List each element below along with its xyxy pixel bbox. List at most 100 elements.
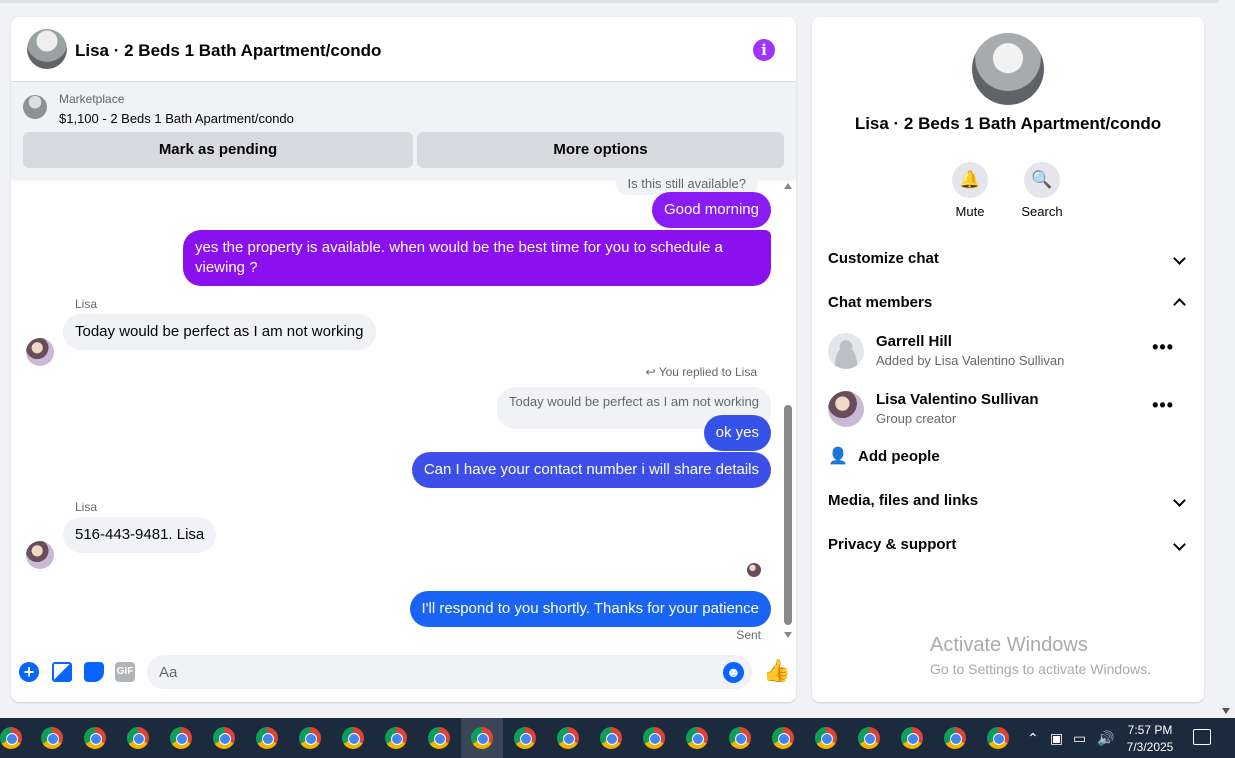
add-person-icon: 👤	[828, 448, 848, 465]
chrome-profile-icon[interactable]	[729, 727, 751, 749]
chrome-profile-icon[interactable]	[213, 727, 235, 749]
chrome-profile-icon[interactable]	[471, 727, 493, 749]
message-list: Is this still available? Good morning ye…	[11, 178, 796, 643]
member-subtitle: Added by Lisa Valentino Sullivan	[876, 353, 1065, 368]
gif-icon[interactable]: GIF	[115, 662, 135, 682]
chrome-profile-icon[interactable]	[815, 727, 837, 749]
chrome-profile-icon[interactable]	[428, 727, 450, 749]
marketplace-banner: Marketplace $1,100 - 2 Beds 1 Bath Apart…	[11, 82, 796, 178]
message-outgoing[interactable]: I'll respond to you shortly. Thanks for …	[409, 591, 771, 627]
avatar[interactable]	[26, 338, 54, 366]
watermark-title: Activate Windows	[930, 634, 1088, 656]
chrome-profile-icon[interactable]	[557, 727, 579, 749]
listing-thumbnail[interactable]	[23, 95, 47, 119]
chrome-profile-icon[interactable]	[84, 727, 106, 749]
message-outgoing[interactable]: yes the property is available. when woul…	[183, 230, 771, 286]
customize-chat-row[interactable]: Customize chat	[828, 250, 1188, 274]
search-button[interactable]: 🔍 Search	[1012, 162, 1072, 219]
more-icon[interactable]: •••	[1152, 337, 1174, 358]
conversation-info-panel: Lisa · 2 Beds 1 Bath Apartment/condo 🔔 M…	[812, 17, 1204, 702]
chrome-profile-icon[interactable]	[0, 727, 22, 749]
conversation-avatar[interactable]	[972, 33, 1044, 105]
scrollbar-thumb[interactable]	[784, 405, 792, 625]
chrome-profile-icon[interactable]	[342, 727, 364, 749]
message-incoming[interactable]: 516-443-9481. Lisa	[63, 517, 217, 553]
member-row[interactable]: Garrell Hill Added by Lisa Valentino Sul…	[828, 333, 1188, 373]
media-files-label: Media, files and links	[828, 492, 979, 509]
chat-title[interactable]: Lisa · 2 Beds 1 Bath Apartment/condo	[75, 41, 381, 61]
chrome-profile-icon[interactable]	[41, 727, 63, 749]
message-input[interactable]	[147, 655, 752, 689]
mark-as-pending-button[interactable]: Mark as pending	[23, 132, 413, 168]
default-avatar-icon[interactable]	[828, 333, 864, 369]
scroll-down-arrow-icon[interactable]	[1222, 708, 1230, 714]
message-scrollbar[interactable]	[784, 183, 792, 638]
message-outgoing[interactable]: Can I have your contact number i will sh…	[411, 452, 771, 488]
chat-header: Lisa · 2 Beds 1 Bath Apartment/condo i	[11, 17, 796, 82]
chat-panel: Lisa · 2 Beds 1 Bath Apartment/condo i M…	[11, 17, 796, 702]
chrome-profile-icon[interactable]	[686, 727, 708, 749]
chrome-profile-icon[interactable]	[772, 727, 794, 749]
plus-icon[interactable]: +	[19, 662, 39, 682]
taskbar: ⌃ ▣ ▭ 🔊 7:57 PM 7/3/2025	[0, 718, 1235, 758]
message-incoming[interactable]: Today would be perfect as I am not worki…	[63, 314, 376, 350]
media-files-row[interactable]: Media, files and links	[828, 492, 1188, 516]
message-outgoing[interactable]: ok yes	[703, 415, 771, 451]
image-icon[interactable]	[52, 662, 72, 682]
privacy-support-label: Privacy & support	[828, 536, 957, 553]
chrome-profile-icon[interactable]	[987, 727, 1009, 749]
privacy-support-row[interactable]: Privacy & support	[828, 536, 1188, 560]
mute-button[interactable]: 🔔 Mute	[940, 162, 1000, 219]
chrome-profile-icon[interactable]	[944, 727, 966, 749]
window-top-border	[0, 0, 1218, 3]
system-clock[interactable]: 7:57 PM 7/3/2025	[1120, 722, 1180, 756]
sticker-icon[interactable]	[84, 662, 104, 682]
reply-label-text: You replied to Lisa	[658, 365, 757, 379]
bell-icon[interactable]: 🔔	[952, 162, 988, 198]
meet-now-icon[interactable]: ▣	[1050, 730, 1063, 747]
scroll-down-icon[interactable]	[784, 632, 792, 638]
chrome-profile-icon[interactable]	[901, 727, 923, 749]
chevron-down-icon[interactable]	[1175, 536, 1184, 552]
chrome-profile-icon[interactable]	[170, 727, 192, 749]
sender-name: Lisa	[75, 500, 98, 514]
chrome-profile-icon[interactable]	[127, 727, 149, 749]
avatar[interactable]	[26, 541, 54, 569]
message-outgoing[interactable]: Good morning	[651, 192, 771, 228]
chrome-profile-icon[interactable]	[385, 727, 407, 749]
read-receipt-avatar	[747, 563, 761, 577]
add-people-button[interactable]: 👤 Add people	[828, 446, 940, 470]
search-label: Search	[1021, 204, 1063, 219]
activate-windows-watermark: Activate Windows Go to Settings to activ…	[930, 634, 1151, 677]
chrome-profile-icon[interactable]	[600, 727, 622, 749]
chat-avatar[interactable]	[27, 29, 67, 69]
thumbs-up-icon[interactable]: 👍	[763, 659, 790, 683]
chrome-profile-icon[interactable]	[858, 727, 880, 749]
chrome-profile-icon[interactable]	[514, 727, 536, 749]
more-options-button[interactable]: More options	[417, 132, 784, 168]
chrome-profile-icon[interactable]	[299, 727, 321, 749]
chevron-down-icon[interactable]	[1175, 250, 1184, 266]
chrome-profile-icon[interactable]	[643, 727, 665, 749]
chrome-profile-icon[interactable]	[256, 727, 278, 749]
info-icon[interactable]: i	[753, 39, 775, 61]
chat-members-row[interactable]: Chat members	[828, 294, 1188, 318]
network-icon[interactable]: ▭	[1073, 730, 1086, 747]
volume-icon[interactable]: 🔊	[1097, 730, 1114, 747]
mute-label: Mute	[955, 204, 985, 219]
page-scrollbar[interactable]	[1218, 0, 1235, 718]
customize-chat-label: Customize chat	[828, 250, 939, 267]
chevron-down-icon[interactable]	[1175, 492, 1184, 508]
notification-icon[interactable]	[1193, 729, 1211, 745]
more-icon[interactable]: •••	[1152, 395, 1174, 416]
avatar[interactable]	[828, 391, 864, 427]
search-icon[interactable]: 🔍	[1024, 162, 1060, 198]
emoji-icon[interactable]: ☻	[723, 662, 744, 683]
scroll-up-icon[interactable]	[784, 183, 792, 189]
listing-title[interactable]: $1,100 - 2 Beds 1 Bath Apartment/condo	[59, 111, 294, 126]
conversation-title: Lisa · 2 Beds 1 Bath Apartment/condo	[854, 114, 1162, 133]
chevron-up-icon[interactable]: ⌃	[1027, 730, 1039, 747]
member-subtitle: Group creator	[876, 411, 957, 426]
chevron-up-icon[interactable]	[1175, 294, 1184, 312]
member-row[interactable]: Lisa Valentino Sullivan Group creator ••…	[828, 391, 1188, 431]
